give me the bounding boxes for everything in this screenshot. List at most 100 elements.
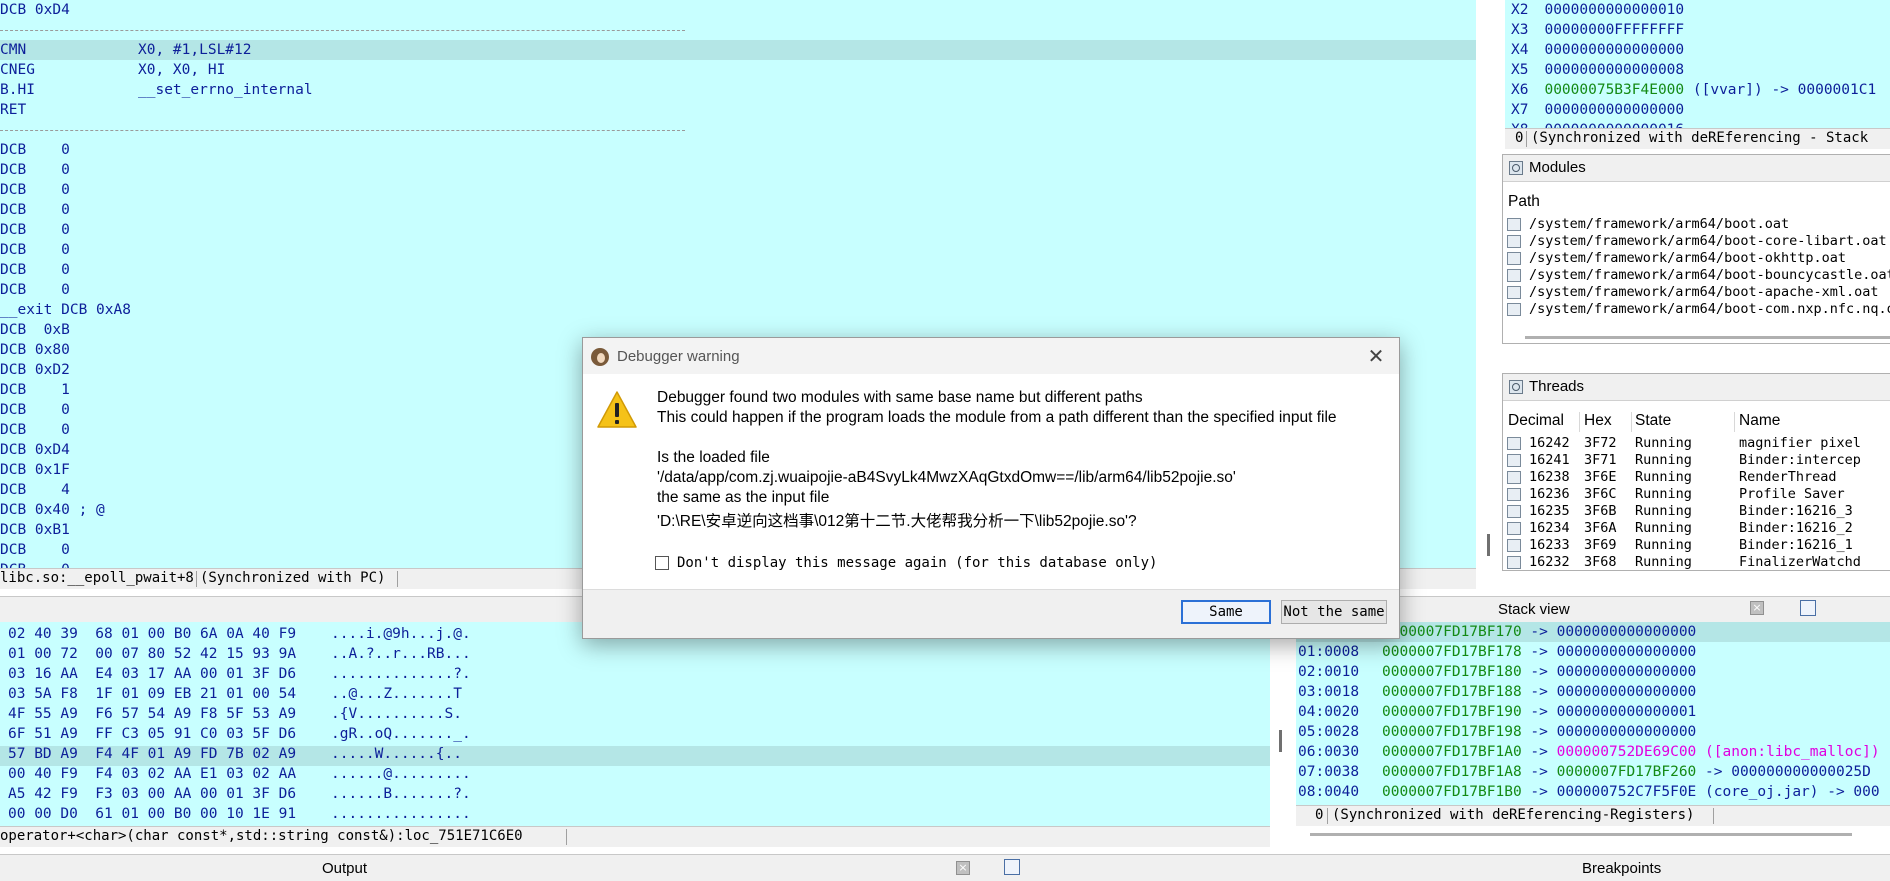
stack-close-icon[interactable]: × bbox=[1750, 601, 1764, 615]
stack-status-index: 0 bbox=[1315, 807, 1324, 823]
hex-row[interactable]: 4F 55 A9 F6 57 54 A9 F8 5F 53 A9 .{V.....… bbox=[8, 704, 1268, 724]
register-row[interactable]: X4 0000000000000000 bbox=[1511, 40, 1684, 60]
module-icon bbox=[1507, 285, 1521, 299]
stack-scrollbar[interactable] bbox=[1310, 833, 1852, 836]
stack-address: 0000007FD17BF180 bbox=[1382, 664, 1522, 680]
disasm-line[interactable]: DCB 0 bbox=[0, 260, 1476, 280]
disasm-line[interactable]: CNEG X0, X0, HI bbox=[0, 60, 1476, 80]
module-list-item[interactable]: /system/framework/arm64/boot-okhttp.oat bbox=[1507, 250, 1846, 267]
thread-decimal: 16241 bbox=[1529, 452, 1570, 468]
disasm-instruction: DCB 0xD2 bbox=[0, 362, 70, 378]
splitter-handle[interactable] bbox=[1279, 730, 1282, 752]
register-row[interactable]: X5 0000000000000008 bbox=[1511, 60, 1684, 80]
thread-row[interactable]: 16241 3F71 Running Binder:intercep bbox=[1503, 452, 1890, 469]
disasm-operands: X0, X0, HI bbox=[138, 62, 226, 78]
threads-column-hex[interactable]: Hex bbox=[1584, 412, 1612, 430]
thread-hex: 3F6A bbox=[1584, 520, 1617, 536]
thread-row[interactable]: 16235 3F6B Running Binder:16216_3 bbox=[1503, 503, 1890, 520]
dialog-title-bar[interactable]: Debugger warning ✕ bbox=[583, 338, 1399, 374]
hex-row[interactable]: 00 40 F9 F4 03 02 AA E1 03 02 AA ......@.… bbox=[8, 764, 1268, 784]
modules-column-path[interactable]: Path bbox=[1508, 193, 1540, 211]
threads-column-state[interactable]: State bbox=[1635, 412, 1671, 430]
stack-value: 0000000000000000 bbox=[1556, 624, 1697, 640]
thread-row[interactable]: 16242 3F72 Running magnifier pixel bbox=[1503, 435, 1890, 452]
disasm-instruction: DCB 0 bbox=[0, 560, 70, 568]
dont-display-checkbox-label[interactable]: Don't display this message again (for th… bbox=[677, 555, 1157, 571]
hex-bytes: 6F 51 A9 FF C3 05 91 C0 03 5F D6 bbox=[8, 726, 297, 742]
disasm-instruction: CMN bbox=[0, 42, 27, 58]
thread-icon bbox=[1507, 437, 1521, 450]
module-list-item[interactable]: /system/framework/arm64/boot-apache-xml.… bbox=[1507, 284, 1879, 301]
hex-location: operator+<char>(char const*,std::string … bbox=[0, 828, 523, 844]
module-list-item[interactable]: /system/framework/arm64/boot-bouncycastl… bbox=[1507, 267, 1890, 284]
module-list-item[interactable]: /system/framework/arm64/boot-core-libart… bbox=[1507, 233, 1887, 250]
thread-row[interactable]: 16238 3F6E Running RenderThread bbox=[1503, 469, 1890, 486]
thread-row[interactable]: 16236 3F6C Running Profile Saver bbox=[1503, 486, 1890, 503]
stack-row[interactable]: 03:0018 0000007FD17BF188 -> 0000000000000… bbox=[1296, 682, 1890, 702]
register-row[interactable]: X6 00000075B3F4E000 ([vvar]) -> 0000001C1 bbox=[1511, 80, 1876, 100]
disasm-line[interactable]: DCB 0 bbox=[0, 280, 1476, 300]
modules-scrollbar[interactable] bbox=[1525, 336, 1890, 339]
tab-output[interactable]: Output bbox=[322, 860, 367, 877]
disasm-line[interactable]: DCB 0 bbox=[0, 140, 1476, 160]
disasm-line[interactable]: CMN X0, #1,LSL#12 bbox=[0, 40, 1476, 60]
disasm-line[interactable]: DCB 0 bbox=[0, 200, 1476, 220]
module-list-item[interactable]: /system/framework/arm64/boot-com.nxp.nfc… bbox=[1507, 301, 1890, 318]
register-name: X7 bbox=[1511, 102, 1529, 118]
disasm-line[interactable]: DCB 0 bbox=[0, 180, 1476, 200]
stack-row[interactable]: 06:0030 0000007FD17BF1A0 -> 000000752DE69… bbox=[1296, 742, 1890, 762]
hex-view-icon[interactable] bbox=[1800, 600, 1816, 616]
close-icon[interactable]: ✕ bbox=[1365, 346, 1387, 368]
hex-row[interactable]: 03 5A F8 1F 01 09 EB 21 01 00 54 ..@...Z.… bbox=[8, 684, 1268, 704]
disasm-line[interactable]: DCB 0 bbox=[0, 160, 1476, 180]
thread-row[interactable]: 16233 3F69 Running Binder:16216_1 bbox=[1503, 537, 1890, 554]
hex-row[interactable]: 6F 51 A9 FF C3 05 91 C0 03 5F D6 .gR..oQ.… bbox=[8, 724, 1268, 744]
same-button[interactable]: Same bbox=[1181, 600, 1271, 624]
register-row[interactable]: X2 0000000000000010 bbox=[1511, 0, 1684, 20]
disasm-line[interactable]: __exit DCB 0xA8 bbox=[0, 300, 1476, 320]
register-row[interactable]: X3 00000000FFFFFFFF bbox=[1511, 20, 1684, 40]
stack-row[interactable]: 05:0028 0000007FD17BF198 -> 0000000000000… bbox=[1296, 722, 1890, 742]
hex-row[interactable]: 00 00 D0 61 01 00 B0 00 10 1E 91........… bbox=[8, 804, 1268, 824]
registers-view[interactable]: X2 0000000000000010 X3 00000000FFFFFFFF X4 00… bbox=[1505, 0, 1890, 128]
module-list-item[interactable]: /system/framework/arm64/boot.oat bbox=[1507, 216, 1789, 233]
splitter-handle[interactable] bbox=[1487, 534, 1490, 556]
register-row[interactable]: X7 0000000000000000 bbox=[1511, 100, 1684, 120]
hex-row[interactable]: A5 42 F9 F3 03 00 AA 00 01 3F D6 ......B.… bbox=[8, 784, 1268, 804]
stack-view[interactable]: 0000007FD17BF170 -> 0000000000000000 01:0… bbox=[1296, 622, 1890, 805]
hex-row[interactable]: 57 BD A9 F4 4F 01 A9 FD 7B 02 A9 .....W..… bbox=[8, 744, 1268, 764]
disasm-line[interactable]: DCB 0xD4 bbox=[0, 0, 1476, 20]
hex-row[interactable]: 01 00 72 00 07 80 52 42 15 93 9A ..A.?..r… bbox=[8, 644, 1268, 664]
disasm-instruction: DCB 0x1F bbox=[0, 462, 70, 478]
thread-row[interactable]: 16232 3F68 Running FinalizerWatchd bbox=[1503, 554, 1890, 571]
hex-view[interactable]: 02 40 39 68 01 00 B0 6A 0A 40 F9 ....i.@9… bbox=[0, 622, 1270, 827]
hex-bytes: A5 42 F9 F3 03 00 AA 00 01 3F D6 bbox=[8, 786, 297, 802]
dont-display-checkbox[interactable] bbox=[655, 556, 669, 570]
stack-row[interactable]: 07:0038 0000007FD17BF1A8 -> 0000007FD17BF… bbox=[1296, 762, 1890, 782]
disasm-line[interactable]: B.HI __set_errno_internal bbox=[0, 80, 1476, 100]
tab-breakpoints[interactable]: Breakpoints bbox=[1582, 860, 1661, 877]
disasm-line[interactable]: DCB 0 bbox=[0, 220, 1476, 240]
hex-ascii: ..@...Z.......T bbox=[331, 686, 462, 702]
stack-row[interactable]: 04:0020 0000007FD17BF190 -> 0000000000000… bbox=[1296, 702, 1890, 722]
threads-column-name[interactable]: Name bbox=[1739, 412, 1780, 430]
register-row[interactable]: X80000000000000016 bbox=[1511, 120, 1684, 128]
stack-row[interactable]: 01:0008 0000007FD17BF178 -> 0000000000000… bbox=[1296, 642, 1890, 662]
disasm-line[interactable]: DCB 0 bbox=[0, 240, 1476, 260]
register-value: 00000075B3F4E000 bbox=[1544, 82, 1685, 98]
status-divider bbox=[397, 571, 398, 587]
disasm-line[interactable]: RET bbox=[0, 100, 1476, 120]
output-close-icon[interactable]: × bbox=[956, 861, 970, 875]
disasm-instruction: DCB 0x80 bbox=[0, 342, 70, 358]
thread-state: Running bbox=[1635, 486, 1692, 502]
stack-row[interactable]: 02:0010 0000007FD17BF180 -> 0000000000000… bbox=[1296, 662, 1890, 682]
stack-view-title[interactable]: Stack view bbox=[1498, 601, 1570, 618]
not-the-same-button[interactable]: Not the same bbox=[1281, 600, 1387, 624]
stack-row[interactable]: 08:0040 0000007FD17BF1B0 -> 000000752C7F5… bbox=[1296, 782, 1890, 802]
thread-row[interactable]: 16234 3F6A Running Binder:16216_2 bbox=[1503, 520, 1890, 537]
register-value: 00000000FFFFFFFF bbox=[1544, 22, 1685, 38]
modules-panel: Modules Path /system/framework/arm64/boo… bbox=[1502, 154, 1890, 344]
threads-column-decimal[interactable]: Decimal bbox=[1508, 412, 1564, 430]
hex-row[interactable]: 03 16 AA E4 03 17 AA 00 01 3F D6........… bbox=[8, 664, 1268, 684]
breakpoints-icon[interactable] bbox=[1004, 859, 1020, 875]
